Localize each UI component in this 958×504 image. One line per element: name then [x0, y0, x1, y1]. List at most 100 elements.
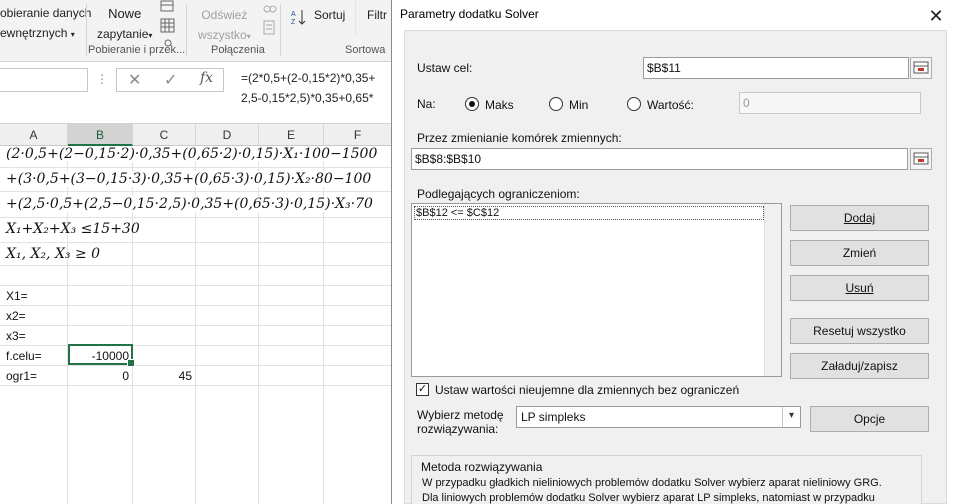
max-radio[interactable]: [465, 97, 479, 111]
equation-objective-3[interactable]: +(2,5·0,5+(2,5−0,15·2,5)·0,35+(0,65·3)·0…: [6, 196, 377, 212]
cell-a10[interactable]: x3=: [6, 326, 26, 346]
constraints-label: Podlegających ograniczeniom:: [417, 187, 580, 201]
grid-line: [0, 285, 392, 286]
formula-bar: ⋮ ✕ ✓ fx =(2*0,5+(2-0,15*2)*0,35+ 2,5-0,…: [0, 62, 392, 124]
equation-objective-2[interactable]: +(3·0,5+(3−0,15·3)·0,35+(0,65·3)·0,15)·X…: [6, 171, 376, 187]
change-button[interactable]: Zmień: [790, 240, 929, 266]
sort-button[interactable]: Sortuj: [314, 8, 345, 22]
filter-button[interactable]: Filtr: [367, 8, 387, 22]
method-description: W przypadku gładkich nieliniowych proble…: [422, 476, 922, 504]
filter-icon: [354, 0, 356, 39]
collapse-dialog-icon[interactable]: [910, 57, 932, 79]
equation-nonnegativity[interactable]: X₁, X₂, X₃ ≥ 0: [6, 246, 100, 262]
to-label: Na:: [417, 97, 436, 111]
grid-line: [0, 265, 392, 266]
insert-function-icon[interactable]: fx: [200, 70, 213, 86]
column-header-e[interactable]: E: [259, 124, 324, 146]
column-header-b[interactable]: B: [68, 124, 133, 146]
get-external-data-button[interactable]: obieranie danych ewnętrznych ▾: [0, 6, 91, 40]
nonnegative-checkbox[interactable]: ✓: [416, 383, 429, 396]
grid-line: [0, 242, 392, 243]
column-header-f[interactable]: F: [324, 124, 392, 146]
grid-line: [0, 325, 392, 326]
delete-button[interactable]: Usuń: [790, 275, 929, 301]
svg-text:Z: Z: [291, 19, 296, 26]
chevron-down-icon[interactable]: ▾: [782, 407, 800, 427]
new-query-button[interactable]: Nowe zapytanie▾: [97, 6, 152, 41]
nonnegative-label: Ustaw wartości nieujemne dla zmiennych b…: [435, 383, 740, 397]
cell-a12[interactable]: ogr1=: [6, 366, 37, 386]
dialog-body: Ustaw cel: $B$11 Na: Maks Min Wartość: 0…: [404, 30, 947, 504]
connections-icon[interactable]: [262, 2, 278, 19]
cell-a9[interactable]: x2=: [6, 306, 26, 326]
solving-method-group: Metoda rozwiązywania W przypadku gładkic…: [411, 455, 922, 504]
max-label: Maks: [485, 98, 514, 112]
constraint-item[interactable]: $B$12 <= $C$12: [414, 206, 764, 220]
active-cell-selection[interactable]: [68, 344, 135, 367]
enter-icon[interactable]: ✓: [164, 70, 177, 90]
name-box[interactable]: [0, 68, 88, 92]
spreadsheet-grid[interactable]: A B C D E F (2·0,5+(2−0,15·2)·0,35+(0,65…: [0, 124, 392, 504]
properties-icon[interactable]: [262, 20, 278, 39]
method-select[interactable]: LP simpleks ▾: [516, 406, 801, 428]
show-queries-icon[interactable]: [160, 0, 176, 17]
collapse-dialog-icon[interactable]: [910, 148, 932, 170]
objective-input[interactable]: $B$11: [643, 57, 909, 79]
grid-line: [0, 305, 392, 306]
equation-objective-1[interactable]: (2·0,5+(2−0,15·2)·0,35+(0,65·2)·0,15)·X₁…: [6, 146, 382, 162]
cell-b12[interactable]: 0: [68, 366, 129, 386]
cell-a11[interactable]: f.celu=: [6, 346, 42, 366]
cell-c12[interactable]: 45: [133, 366, 192, 386]
add-button[interactable]: Dodaj: [790, 205, 929, 231]
load-save-button[interactable]: Załaduj/zapisz: [790, 353, 929, 379]
scrollbar[interactable]: [764, 204, 781, 376]
set-objective-label: Ustaw cel:: [417, 61, 473, 75]
add-button-label: Dodaj: [843, 211, 876, 225]
svg-text:A: A: [291, 11, 296, 18]
cell-a8[interactable]: X1=: [6, 286, 28, 306]
from-table-icon[interactable]: [160, 18, 176, 37]
constraints-list[interactable]: $B$12 <= $C$12: [411, 203, 782, 377]
column-header-c[interactable]: C: [133, 124, 196, 146]
sort-az-icon[interactable]: AZ: [290, 8, 308, 29]
column-header-a[interactable]: A: [0, 124, 68, 146]
value-of-input[interactable]: 0: [739, 92, 921, 114]
method-description-line1: W przypadku gładkich nieliniowych proble…: [422, 477, 882, 489]
grid-line: [0, 191, 392, 192]
grid-line: [0, 167, 392, 168]
close-icon[interactable]: ✕: [922, 4, 950, 28]
refresh-all-button[interactable]: Odśwież wszystko▾: [198, 8, 251, 42]
grid-line: [0, 385, 392, 386]
more-icon: ⋮: [96, 72, 108, 86]
get-data-label-line1: obieranie danych: [0, 6, 92, 20]
value-of-radio[interactable]: [627, 97, 641, 111]
reset-all-button[interactable]: Resetuj wszystko: [790, 318, 929, 344]
ribbon-separator: [186, 4, 187, 56]
get-data-label-line2: ewnętrznych: [0, 26, 68, 40]
ribbon-separator: [86, 4, 87, 56]
solver-dialog: Parametry dodatku Solver ✕ Ustaw cel: $B…: [391, 0, 958, 504]
equation-constraint[interactable]: X₁+X₂+X₃ ≤15+30: [6, 221, 140, 237]
options-button[interactable]: Opcje: [810, 406, 929, 432]
dropdown-arrow-icon: ▾: [246, 32, 251, 41]
method-label-line1: Wybierz metodę: [417, 408, 504, 422]
formula-line-1: =(2*0,5+(2-0,15*2)*0,35+: [241, 71, 376, 85]
cancel-icon[interactable]: ✕: [128, 70, 141, 90]
min-radio[interactable]: [549, 97, 563, 111]
column-header-d[interactable]: D: [196, 124, 259, 146]
dialog-title: Parametry dodatku Solver: [400, 7, 539, 21]
dropdown-arrow-icon: ▾: [148, 31, 153, 40]
excel-ribbon: obieranie danych ewnętrznych ▾ Nowe zapy…: [0, 0, 392, 62]
formula-input[interactable]: =(2*0,5+(2-0,15*2)*0,35+ 2,5-0,15*2,5)*0…: [241, 68, 392, 108]
group-label-sort: Sortowa: [345, 44, 386, 56]
min-label: Min: [569, 98, 589, 112]
method-group-title: Metoda rozwiązywania: [421, 460, 543, 474]
group-label-connections: Połączenia: [211, 44, 265, 56]
method-label-line2: rozwiązywania:: [417, 422, 499, 436]
new-query-label-line2: zapytanie: [97, 27, 149, 41]
refresh-label-line2: wszystko: [198, 28, 247, 42]
formula-line-2: 2,5-0,15*2,5)*0,35+0,65*: [241, 91, 374, 105]
method-select-value: LP simpleks: [521, 410, 586, 424]
changing-cells-input[interactable]: $B$8:$B$10: [411, 148, 908, 170]
grid-line: [0, 345, 392, 346]
